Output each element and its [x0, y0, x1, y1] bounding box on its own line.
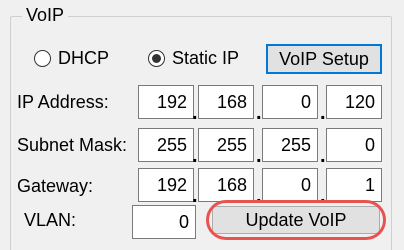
subnet-dot-2: . — [256, 145, 262, 167]
voip-panel: VoIP DHCP Static IP VoIP Setup IP Addres… — [0, 0, 404, 250]
dhcp-radio[interactable]: DHCP — [34, 48, 109, 69]
group-title: VoIP — [22, 4, 69, 26]
static-ip-radio-icon — [148, 50, 165, 67]
gateway-octet-4[interactable]: 1 — [326, 168, 382, 202]
gateway-dot-2: . — [256, 185, 262, 207]
gateway-dot-3: . — [320, 185, 326, 207]
dhcp-radio-label: DHCP — [58, 48, 110, 68]
static-ip-radio-label: Static IP — [172, 48, 240, 68]
ip-dot-2: . — [256, 102, 262, 124]
subnet-dot-1: . — [192, 145, 198, 167]
ip-address-label: IP Address: — [17, 92, 109, 112]
voip-setup-button[interactable]: VoIP Setup — [266, 44, 382, 74]
radio-selected-dot-icon — [152, 54, 161, 63]
gateway-dot-1: . — [192, 185, 198, 207]
ip-octet-1[interactable]: 192 — [138, 85, 194, 119]
update-voip-button[interactable]: Update VoIP — [212, 206, 380, 234]
subnet-octet-4[interactable]: 0 — [326, 128, 382, 162]
dhcp-radio-icon — [34, 50, 51, 67]
static-ip-radio[interactable]: Static IP — [148, 48, 239, 69]
ip-octet-2[interactable]: 168 — [198, 85, 254, 119]
vlan-label: VLAN: — [24, 210, 77, 230]
subnet-octet-3[interactable]: 255 — [262, 128, 318, 162]
gateway-octet-2[interactable]: 168 — [198, 168, 254, 202]
ip-dot-3: . — [320, 102, 326, 124]
ip-dot-1: . — [192, 102, 198, 124]
gateway-octet-1[interactable]: 192 — [138, 168, 194, 202]
vlan-input[interactable]: 0 — [132, 205, 196, 239]
ip-octet-3[interactable]: 0 — [262, 85, 318, 119]
gateway-octet-3[interactable]: 0 — [262, 168, 318, 202]
gateway-label: Gateway: — [17, 176, 94, 196]
ip-octet-4[interactable]: 120 — [326, 85, 382, 119]
subnet-octet-2[interactable]: 255 — [198, 128, 254, 162]
subnet-mask-label: Subnet Mask: — [17, 135, 128, 155]
subnet-dot-3: . — [320, 145, 326, 167]
subnet-octet-1[interactable]: 255 — [138, 128, 194, 162]
